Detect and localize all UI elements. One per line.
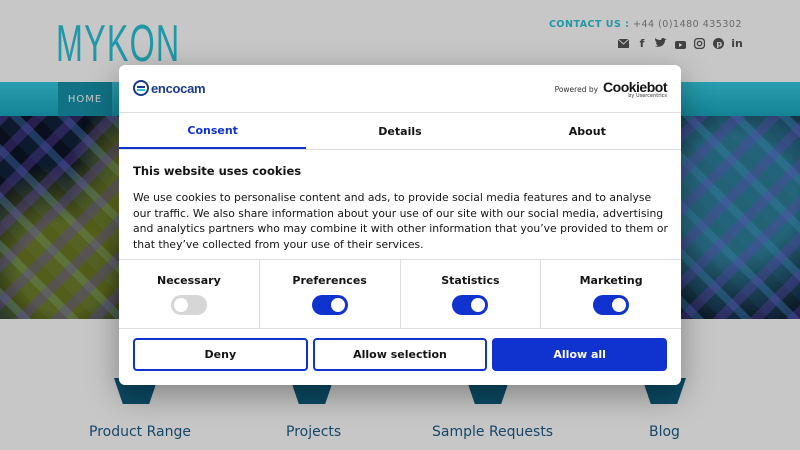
toggle-label: Statistics	[441, 274, 500, 287]
toggle-label: Necessary	[156, 274, 221, 287]
allow-selection-button[interactable]: Allow selection	[312, 338, 488, 371]
toggle-marketing: Marketing	[541, 260, 681, 328]
toggle-preferences: Preferences	[260, 260, 401, 328]
consent-body: This website uses cookies We use cookies…	[133, 164, 669, 252]
deny-button[interactable]: Deny	[133, 338, 308, 371]
powered-by-label: Powered by	[554, 85, 599, 94]
consent-toggles: Necessary Preferences Statistics Marketi…	[119, 259, 681, 329]
marketing-switch[interactable]	[593, 295, 630, 315]
tab-about[interactable]: About	[494, 114, 681, 149]
statistics-switch[interactable]	[452, 295, 489, 315]
powered-by-cookiebot[interactable]: Powered by Cookiebot by Usercentrics	[554, 79, 668, 99]
toggle-statistics: Statistics	[401, 260, 542, 328]
cookie-consent-dialog: encocam Powered by Cookiebot by Usercent…	[119, 65, 681, 385]
cookiebot-logo: Cookiebot	[603, 79, 667, 95]
toggle-necessary: Necessary	[119, 260, 260, 328]
toggle-label: Marketing	[579, 274, 643, 287]
consent-text: We use cookies to personalise content an…	[133, 191, 668, 251]
encocam-mark-icon	[133, 80, 149, 96]
necessary-switch	[170, 295, 207, 315]
dialog-header: encocam Powered by Cookiebot by Usercent…	[119, 65, 681, 113]
tab-details[interactable]: Details	[306, 114, 493, 149]
consent-heading: This website uses cookies	[133, 164, 302, 178]
toggle-label: Preferences	[292, 274, 367, 287]
consent-buttons: Deny Allow selection Allow all	[133, 338, 668, 371]
preferences-switch[interactable]	[311, 295, 348, 315]
brand-logo: encocam	[133, 80, 206, 96]
cookiebot-sub: by Usercentrics	[628, 93, 667, 99]
dialog-tabs: Consent Details About	[119, 114, 681, 150]
tab-consent[interactable]: Consent	[119, 114, 307, 149]
allow-all-button[interactable]: Allow all	[492, 338, 668, 371]
brand-name: encocam	[151, 80, 206, 96]
